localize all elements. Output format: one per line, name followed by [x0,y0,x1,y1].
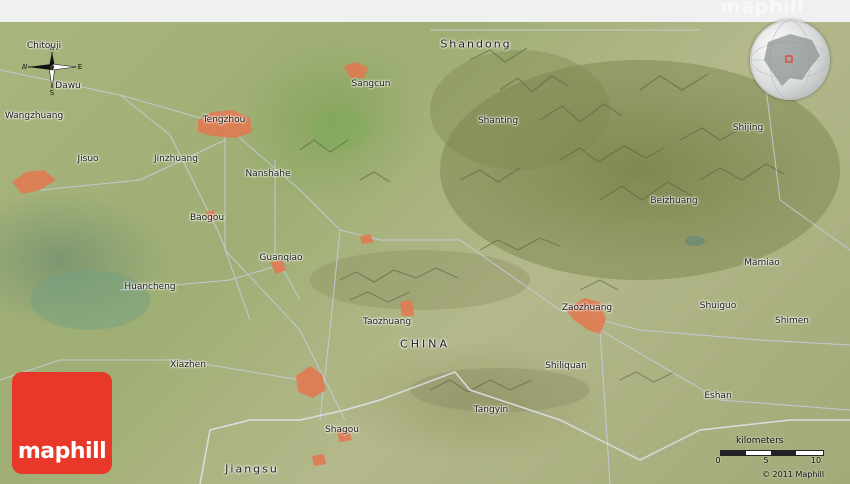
place-label-shuiguo: Shuiguo [699,301,737,311]
ridge-line [579,279,619,291]
globe-graticule-icon [750,20,830,100]
terrain-layer [0,29,850,484]
ridge-line [359,171,391,183]
scale-tick-10: 10 [810,456,822,465]
place-label-eshan: Eshan [704,391,732,401]
maphill-logo-text: maphill [17,439,107,464]
urban-area-jiangsu [312,454,326,466]
compass-s: S [50,89,55,96]
urban-area-west [12,170,56,194]
green-field [30,270,150,330]
scale-bar: kilometers 0 5 10 [715,436,824,472]
mountain-shading [310,250,530,310]
scale-line [720,450,824,456]
road [39,139,226,191]
locator-globe-icon [750,20,830,100]
place-label-dawu: Dawu [55,81,81,91]
place-label-tangyin: Tangyin [473,405,509,415]
place-label-huancheng: Huancheng [124,282,176,292]
ridge-line [619,371,675,383]
scale-segment [771,451,796,455]
place-label-guanqiao: Guanqiao [259,253,303,263]
place-label-taozhuang: Taozhuang [362,317,412,327]
urban-area-sangcun [344,62,368,78]
place-label-mamiao: Mamiao [744,258,780,268]
maphill-logo[interactable]: maphill [12,372,112,474]
province-label-shandong: Shandong [440,37,512,51]
place-label-beizhuang: Beizhuang [650,196,698,206]
compass-e: E [78,63,82,71]
urban-area-xiazhen [296,366,326,398]
place-label-shijing: Shijing [732,123,764,133]
road [274,160,301,301]
scale-segment [721,451,746,455]
place-label-wangzhuang: Wangzhuang [4,111,64,121]
place-label-chitouji: Chitouji [26,41,62,51]
province-label-jiangsu: Jiangsu [225,462,279,476]
copyright-text: © 2011 Maphill [762,470,825,479]
place-label-shagou: Shagou [325,425,359,435]
place-label-baogou: Baogou [189,213,225,223]
place-label-tengzhou: Tengzhou [202,115,246,125]
place-label-nanshahe: Nanshahe [245,169,291,179]
maphill-watermark: maphill [720,0,804,18]
place-label-sangcun: Sangcun [351,79,391,89]
place-label-jisuo: Jisuo [77,154,99,164]
scale-tick-0: 0 [715,456,721,465]
scale-tick-5: 5 [763,456,769,465]
place-label-shiliquan: Shiliquan [545,361,587,371]
place-label-shanting: Shanting [477,116,519,126]
satellite-map[interactable]: maphill N S E W Chitouji Dawu Wangzhuang… [0,0,850,484]
compass-w: W [22,63,28,71]
place-label-zaozhuang: Zaozhuang [561,303,613,313]
country-label-china: CHINA [400,337,450,351]
scale-title: kilometers [736,436,784,446]
lake [685,236,705,246]
place-label-shimen: Shimen [775,316,809,326]
mountain-shading [430,50,610,170]
place-label-jinzhuang: Jinzhuang [154,154,198,164]
place-label-xiazhen: Xiazhen [170,360,206,370]
urban-area-taozhuang [400,300,414,316]
